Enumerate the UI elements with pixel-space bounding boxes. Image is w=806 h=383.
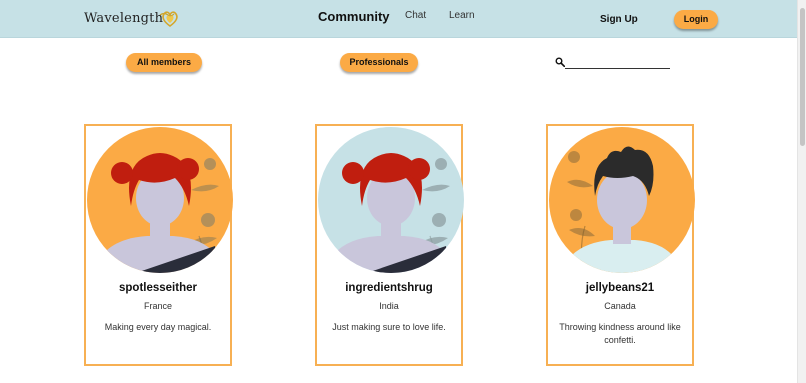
man-avatar-icon xyxy=(549,127,695,273)
professionals-button[interactable]: Professionals xyxy=(340,53,418,72)
scrollbar-thumb[interactable] xyxy=(800,8,805,146)
nav-community[interactable]: Community xyxy=(318,9,390,24)
member-card[interactable]: spotlesseither France Making every day m… xyxy=(84,124,233,366)
member-country: India xyxy=(379,301,399,311)
member-username[interactable]: jellybeans21 xyxy=(548,282,692,294)
search-icon xyxy=(555,57,565,67)
member-username[interactable]: ingredientshrug xyxy=(317,282,461,294)
member-bio: Throwing kindness around like confetti. xyxy=(559,322,681,345)
nav-learn[interactable]: Learn xyxy=(449,10,475,21)
member-country: France xyxy=(143,301,172,311)
logo-text: Wavelength xyxy=(84,11,164,26)
vertical-scrollbar[interactable] xyxy=(797,0,806,383)
member-country: Canada xyxy=(604,301,636,311)
member-username[interactable]: spotlesseither xyxy=(86,282,230,294)
login-button[interactable]: Login xyxy=(674,10,718,29)
sign-up-link[interactable]: Sign Up xyxy=(600,14,638,25)
page: Wavelength Community Chat Learn Sign Up … xyxy=(0,0,797,383)
member-card[interactable]: ingredientshrug India Just making sure t… xyxy=(315,124,464,366)
woman-avatar-icon xyxy=(318,127,464,273)
all-members-button[interactable]: All members xyxy=(126,53,202,72)
top-nav-bar: Wavelength Community Chat Learn Sign Up … xyxy=(0,0,797,38)
member-bio: Making every day magical. xyxy=(104,322,212,332)
member-bio: Just making sure to love life. xyxy=(332,322,446,332)
woman-avatar-icon xyxy=(87,127,233,273)
search-input[interactable] xyxy=(565,58,670,69)
nav-chat[interactable]: Chat xyxy=(405,10,426,21)
heart-logo-icon xyxy=(159,11,178,27)
member-card[interactable]: jellybeans21 Canada Throwing kindness ar… xyxy=(546,124,695,366)
